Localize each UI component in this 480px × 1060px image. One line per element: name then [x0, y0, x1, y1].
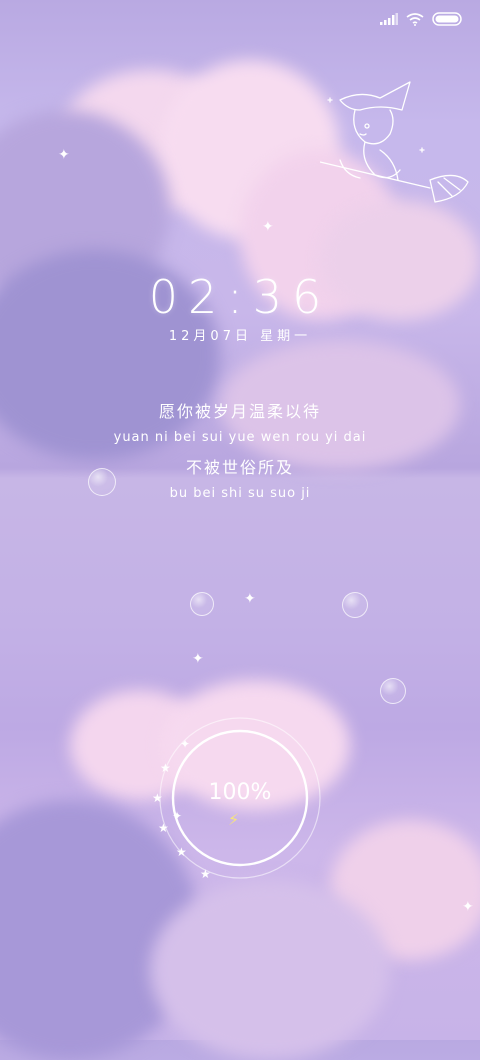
- sparkle-icon: ✦: [262, 219, 274, 235]
- sparkle-icon: ✦: [192, 651, 204, 667]
- bubble: [380, 678, 406, 704]
- svg-text:★: ★: [176, 845, 187, 859]
- date-label: 12月07日 星期一: [168, 329, 312, 344]
- witch-illustration: [319, 70, 470, 220]
- signal-icon: [380, 13, 398, 25]
- poem-line2-chinese: 不被世俗所及: [185, 458, 294, 477]
- svg-text:★: ★: [200, 867, 211, 881]
- battery-charging-widget: ✦ ★ ★ ★ ★ ★ ✦ 100% ⚡: [140, 710, 340, 890]
- poem-line2-pinyin: bu bei shi su suo ji: [169, 486, 311, 501]
- battery-icon: [432, 12, 464, 26]
- svg-text:✦: ✦: [180, 737, 190, 751]
- clock-time: 02:36: [148, 270, 332, 324]
- battery-percent: 100%: [208, 780, 272, 805]
- lightning-bolt-icon: ⚡: [228, 810, 240, 829]
- sparkle-icon: ✦: [58, 147, 70, 163]
- poem-line1-pinyin: yuan ni bei sui yue wen rou yi dai: [113, 430, 367, 445]
- sparkle-icon: ✦: [462, 899, 474, 915]
- svg-text:★: ★: [158, 821, 169, 835]
- svg-text:✦: ✦: [172, 809, 182, 823]
- bubble: [88, 468, 116, 496]
- status-bar: [380, 12, 464, 26]
- bubble: [342, 592, 368, 618]
- sparkle-icon: ✦: [244, 591, 256, 607]
- poem-line1-chinese: 愿你被岁月温柔以待: [158, 402, 321, 421]
- bubble: [190, 592, 214, 616]
- svg-text:★: ★: [160, 761, 171, 775]
- wifi-icon: [406, 12, 424, 26]
